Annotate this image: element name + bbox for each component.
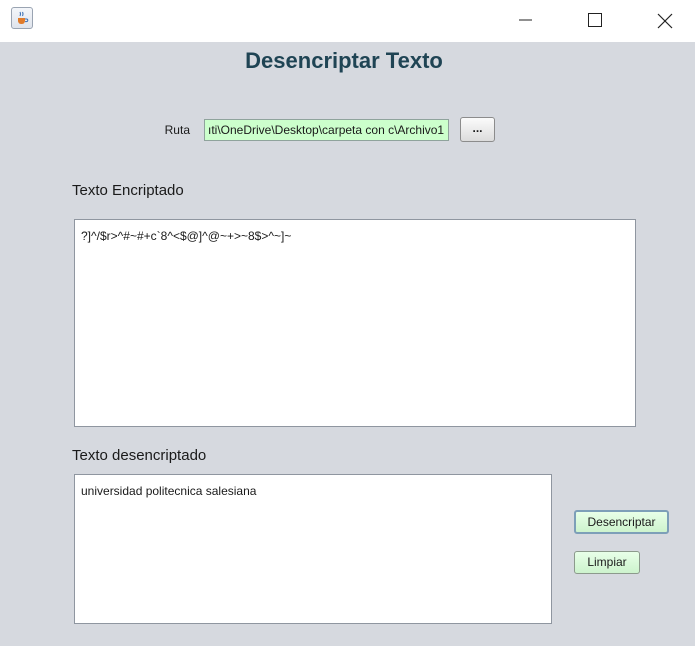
decrypted-text-label: Texto desencriptado xyxy=(72,447,207,464)
app-window: Desencriptar Texto Ruta ıti\OneDrive\Des… xyxy=(0,0,695,646)
close-button[interactable] xyxy=(641,0,687,40)
title-bar[interactable] xyxy=(0,0,695,42)
ruta-label: Ruta xyxy=(164,123,190,137)
encrypted-text-label: Texto Encriptado xyxy=(72,182,184,199)
java-cup-icon[interactable] xyxy=(11,7,33,29)
encrypted-text-area[interactable]: ?]^/$r>^#~#+c`8^<$@]^@~+>~8$>^~]~ xyxy=(74,219,636,427)
maximize-icon xyxy=(588,13,602,27)
minimize-button[interactable] xyxy=(503,0,549,40)
page-title: Desencriptar Texto xyxy=(245,48,443,73)
close-icon xyxy=(657,13,673,29)
clear-button[interactable]: Limpiar xyxy=(574,551,640,574)
maximize-button[interactable] xyxy=(572,0,618,40)
minimize-icon xyxy=(519,19,532,21)
decrypt-button[interactable]: Desencriptar xyxy=(574,510,669,534)
decrypted-text-area[interactable]: universidad politecnica salesiana xyxy=(74,474,552,624)
browse-button[interactable]: ... xyxy=(460,117,495,142)
ruta-path-field[interactable]: ıti\OneDrive\Desktop\carpeta con c\Archi… xyxy=(204,119,449,141)
ruta-path-value: ıti\OneDrive\Desktop\carpeta con c\Archi… xyxy=(208,123,445,137)
